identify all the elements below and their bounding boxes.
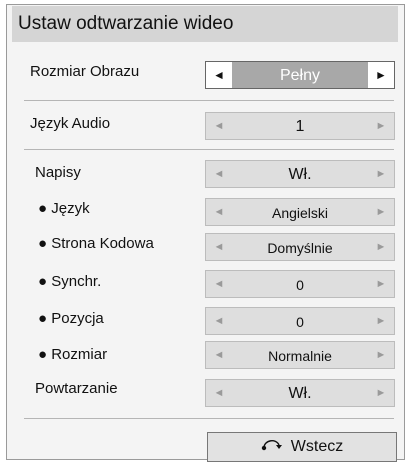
subtitle-size-value: Normalnie	[268, 348, 332, 364]
subtitles-selector[interactable]: ◄ Wł. ►	[205, 160, 395, 188]
arrow-left-icon[interactable]: ◄	[208, 62, 230, 88]
code-page-selector[interactable]: ◄ Domyślnie ►	[205, 233, 395, 261]
audio-language-value: 1	[295, 118, 305, 135]
arrow-right-icon[interactable]: ►	[370, 62, 392, 88]
repeat-selector[interactable]: ◄ Wł. ►	[205, 379, 395, 407]
back-button-label: Wstecz	[290, 438, 344, 456]
position-value: 0	[296, 314, 304, 330]
arrow-left-icon[interactable]: ◄	[208, 342, 230, 368]
divider	[24, 100, 394, 101]
arrow-right-icon[interactable]: ►	[370, 234, 392, 260]
subtitle-size-label: ● Rozmiar	[38, 346, 108, 363]
repeat-value: Wł.	[288, 385, 312, 402]
return-arrow-icon	[261, 433, 285, 461]
subtitle-language-selector[interactable]: ◄ Angielski ►	[205, 198, 395, 226]
arrow-left-icon[interactable]: ◄	[208, 308, 230, 334]
sync-value: 0	[296, 277, 304, 293]
arrow-left-icon[interactable]: ◄	[208, 380, 230, 406]
audio-language-label: Język Audio	[30, 115, 111, 132]
arrow-right-icon[interactable]: ►	[370, 199, 392, 225]
dialog-title: Ustaw odtwarzanie wideo	[12, 6, 398, 42]
arrow-right-icon[interactable]: ►	[370, 113, 392, 139]
subtitles-label: Napisy	[35, 164, 81, 181]
subtitle-language-label: ● Język	[38, 200, 90, 217]
arrow-left-icon[interactable]: ◄	[208, 113, 230, 139]
code-page-value: Domyślnie	[267, 240, 333, 256]
subtitles-value: Wł.	[288, 166, 312, 183]
divider	[24, 418, 394, 419]
arrow-right-icon[interactable]: ►	[370, 271, 392, 297]
back-button[interactable]: Wstecz	[207, 432, 397, 462]
position-selector[interactable]: ◄ 0 ►	[205, 307, 395, 335]
repeat-label: Powtarzanie	[35, 380, 118, 397]
arrow-left-icon[interactable]: ◄	[208, 271, 230, 297]
arrow-right-icon[interactable]: ►	[370, 161, 392, 187]
arrow-left-icon[interactable]: ◄	[208, 199, 230, 225]
divider	[24, 149, 394, 150]
audio-language-selector[interactable]: ◄ 1 ►	[205, 112, 395, 140]
arrow-right-icon[interactable]: ►	[370, 342, 392, 368]
arrow-right-icon[interactable]: ►	[370, 308, 392, 334]
sync-label: ● Synchr.	[38, 273, 102, 290]
subtitle-size-selector[interactable]: ◄ Normalnie ►	[205, 341, 395, 369]
picture-size-value: Pełny	[279, 67, 321, 84]
arrow-left-icon[interactable]: ◄	[208, 161, 230, 187]
picture-size-selector[interactable]: ◄ Pełny ►	[205, 61, 395, 89]
code-page-label: ● Strona Kodowa	[38, 235, 154, 252]
subtitle-language-value: Angielski	[271, 205, 329, 221]
sync-selector[interactable]: ◄ 0 ►	[205, 270, 395, 298]
arrow-left-icon[interactable]: ◄	[208, 234, 230, 260]
arrow-right-icon[interactable]: ►	[370, 380, 392, 406]
position-label: ● Pozycja	[38, 310, 104, 327]
picture-size-label: Rozmiar Obrazu	[30, 63, 140, 80]
